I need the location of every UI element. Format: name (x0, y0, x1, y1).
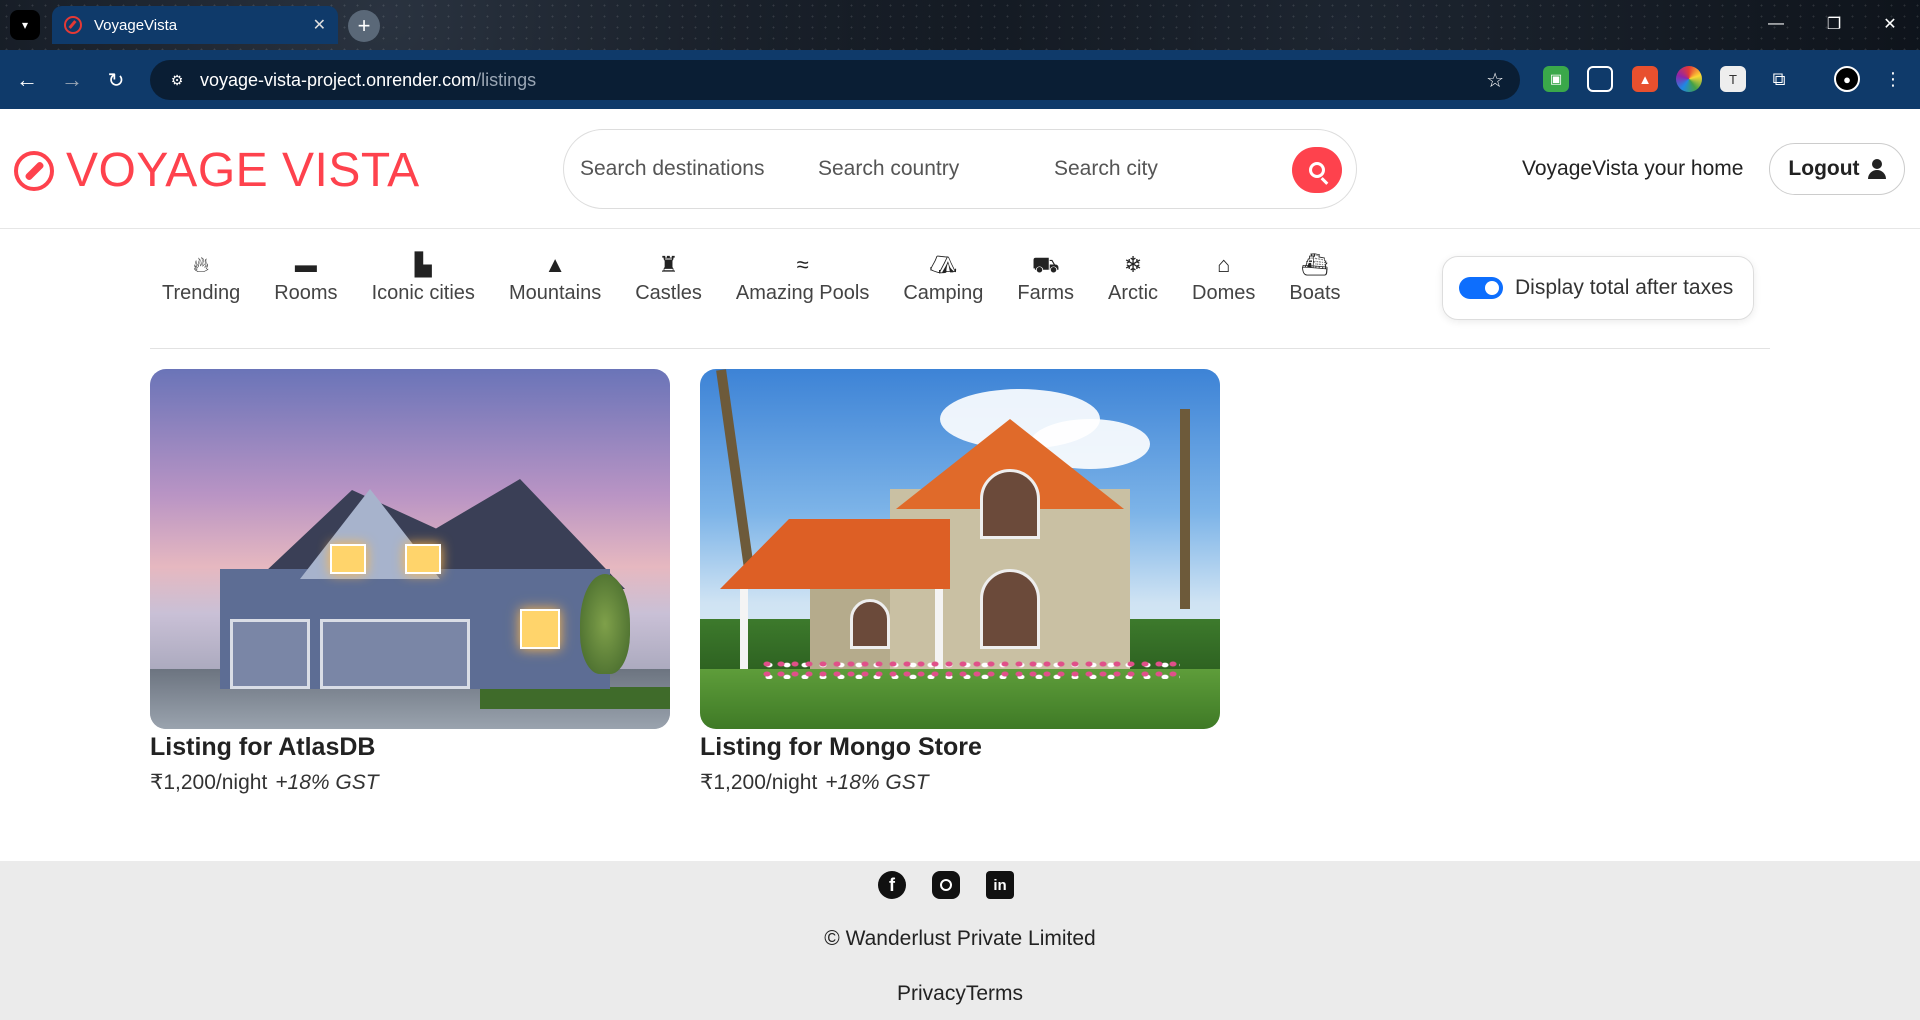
search-destinations-input[interactable] (580, 157, 818, 181)
bookmark-star-icon[interactable]: ☆ (1486, 68, 1504, 93)
reload-button[interactable]: ↻ (100, 64, 132, 96)
tax-switch[interactable] (1459, 277, 1503, 299)
listing-image[interactable] (700, 369, 1220, 729)
filter-rooms[interactable]: ▬ Rooms (257, 250, 354, 312)
listing-title: Listing for AtlasDB (150, 733, 376, 761)
extensions-puzzle-icon[interactable]: ⧉ (1766, 66, 1792, 92)
url-path: /listings (476, 69, 537, 90)
tax-note: +18% GST (825, 771, 929, 794)
extension-icon-2[interactable] (1587, 66, 1613, 92)
filter-boats[interactable]: ⛴︎ Boats (1272, 250, 1357, 312)
search-icon (1309, 162, 1325, 178)
address-bar[interactable]: ⚙ voyage-vista-project.onrender.com /lis… (150, 60, 1520, 100)
back-button[interactable]: ← (11, 64, 43, 96)
extension-icon-3[interactable]: ▲ (1632, 66, 1658, 92)
extension-icon-1[interactable]: ▣ (1543, 66, 1569, 92)
compass-icon (14, 150, 54, 191)
user-icon (1867, 159, 1886, 179)
extension-icon-5[interactable]: T (1720, 66, 1746, 92)
bed-icon: ▬ (294, 252, 317, 277)
search-country-input[interactable] (818, 157, 1054, 181)
filter-domes[interactable]: ⌂ Domes (1175, 250, 1272, 312)
tab-title: VoyageVista (94, 16, 178, 34)
filter-label: Rooms (274, 282, 338, 304)
dome-icon: ⌂ (1217, 252, 1231, 277)
filter-label: Trending (162, 282, 241, 304)
snowflake-icon: ❄ (1123, 252, 1143, 277)
brand-logo-link[interactable]: VOYAGE VISTA (14, 143, 420, 198)
forward-button[interactable]: → (56, 64, 88, 96)
filter-label: Amazing Pools (735, 282, 870, 304)
search-city-input[interactable] (1054, 157, 1264, 181)
linkedin-icon[interactable]: in (986, 871, 1014, 899)
extension-icon-4[interactable] (1676, 66, 1702, 92)
home-link[interactable]: VoyageVista your home (1522, 157, 1743, 181)
listing-price: ₹1,200/night +18% GST (150, 770, 670, 795)
filter-label: Iconic cities (371, 282, 475, 304)
tax-toggle-label: Display total after taxes (1515, 276, 1734, 299)
filter-camping[interactable]: ⛺︎ Camping (886, 250, 1000, 312)
fire-icon: 🔥︎ (193, 252, 210, 277)
filter-label: Castles (635, 282, 702, 304)
url-host: voyage-vista-project.onrender.com (200, 69, 477, 90)
price-value: ₹1,200/night (700, 771, 818, 794)
filter-castles[interactable]: ♜ Castles (618, 250, 719, 312)
filter-amazing-pools[interactable]: ≈ Amazing Pools (719, 250, 886, 312)
listing-title: Listing for Mongo Store (700, 733, 982, 761)
minimize-button[interactable]: — (1756, 8, 1796, 40)
brand-name: VOYAGE VISTA (66, 144, 420, 197)
mountain-icon: ▲ (544, 252, 566, 277)
listing-price: ₹1,200/night +18% GST (700, 770, 1220, 795)
privacy-terms-links[interactable]: PrivacyTerms (0, 982, 1920, 1006)
filter-mountains[interactable]: ▲ Mountains (492, 250, 618, 312)
search-bar (563, 129, 1357, 209)
campground-icon: ⛺︎ (929, 252, 958, 277)
logout-label: Logout (1788, 157, 1860, 180)
tab-search-button[interactable]: ▾ (10, 10, 40, 40)
copyright-text: © Wanderlust Private Limited (824, 927, 1096, 950)
filter-label: Camping (903, 282, 984, 304)
filter-label: Farms (1017, 282, 1075, 304)
filter-arctic[interactable]: ❄ Arctic (1091, 250, 1175, 312)
tax-toggle[interactable]: Display total after taxes (1442, 256, 1754, 320)
filter-label: Boats (1289, 282, 1341, 304)
social-links: f in (878, 871, 1014, 899)
category-filters: 🔥︎ Trending ▬ Rooms ▙ Iconic cities ▲ Mo… (145, 250, 1358, 312)
browser-tab-strip: ▾ VoyageVista ✕ + — ❐ ✕ (0, 0, 1920, 50)
price-value: ₹1,200/night (150, 771, 268, 794)
listing-card[interactable]: Listing for AtlasDB ₹1,200/night +18% GST (150, 369, 670, 795)
tax-note: +18% GST (275, 771, 379, 794)
site-footer: f in © Wanderlust Private Limited Privac… (0, 861, 1920, 1020)
browser-menu-icon[interactable]: ⋮ (1880, 66, 1906, 92)
tab-close-icon[interactable]: ✕ (313, 15, 326, 35)
tractor-icon: ⛟ (1031, 252, 1060, 277)
close-window-button[interactable]: ✕ (1870, 8, 1910, 40)
instagram-icon[interactable] (932, 871, 960, 899)
new-tab-button[interactable]: + (348, 10, 380, 42)
city-icon: ▙ (414, 252, 432, 277)
compass-favicon-icon (64, 16, 82, 34)
browser-tab-active[interactable]: VoyageVista ✕ (52, 6, 338, 44)
filter-iconic-cities[interactable]: ▙ Iconic cities (355, 250, 492, 312)
swimmer-icon: ≈ (796, 252, 809, 277)
filter-label: Domes (1192, 282, 1256, 304)
filter-trending[interactable]: 🔥︎ Trending (145, 250, 257, 312)
search-button[interactable] (1292, 147, 1342, 193)
listing-card[interactable]: Listing for Mongo Store ₹1,200/night +18%… (700, 369, 1220, 795)
profile-avatar-icon[interactable]: ● (1834, 66, 1860, 92)
castle-icon: ♜ (658, 252, 679, 277)
filter-farms[interactable]: ⛟ Farms (1000, 250, 1091, 312)
listing-image[interactable] (150, 369, 670, 729)
restore-button[interactable]: ❐ (1814, 8, 1854, 40)
facebook-icon[interactable]: f (878, 871, 906, 899)
filter-label: Arctic (1108, 282, 1159, 304)
ship-icon: ⛴︎ (1301, 252, 1329, 277)
site-info-icon[interactable]: ⚙ (166, 69, 188, 91)
filter-label: Mountains (508, 282, 602, 304)
site-navbar: VOYAGE VISTA VoyageVista your home Logou… (0, 109, 1920, 229)
logout-button[interactable]: Logout (1769, 143, 1905, 195)
filters-divider (150, 348, 1770, 349)
